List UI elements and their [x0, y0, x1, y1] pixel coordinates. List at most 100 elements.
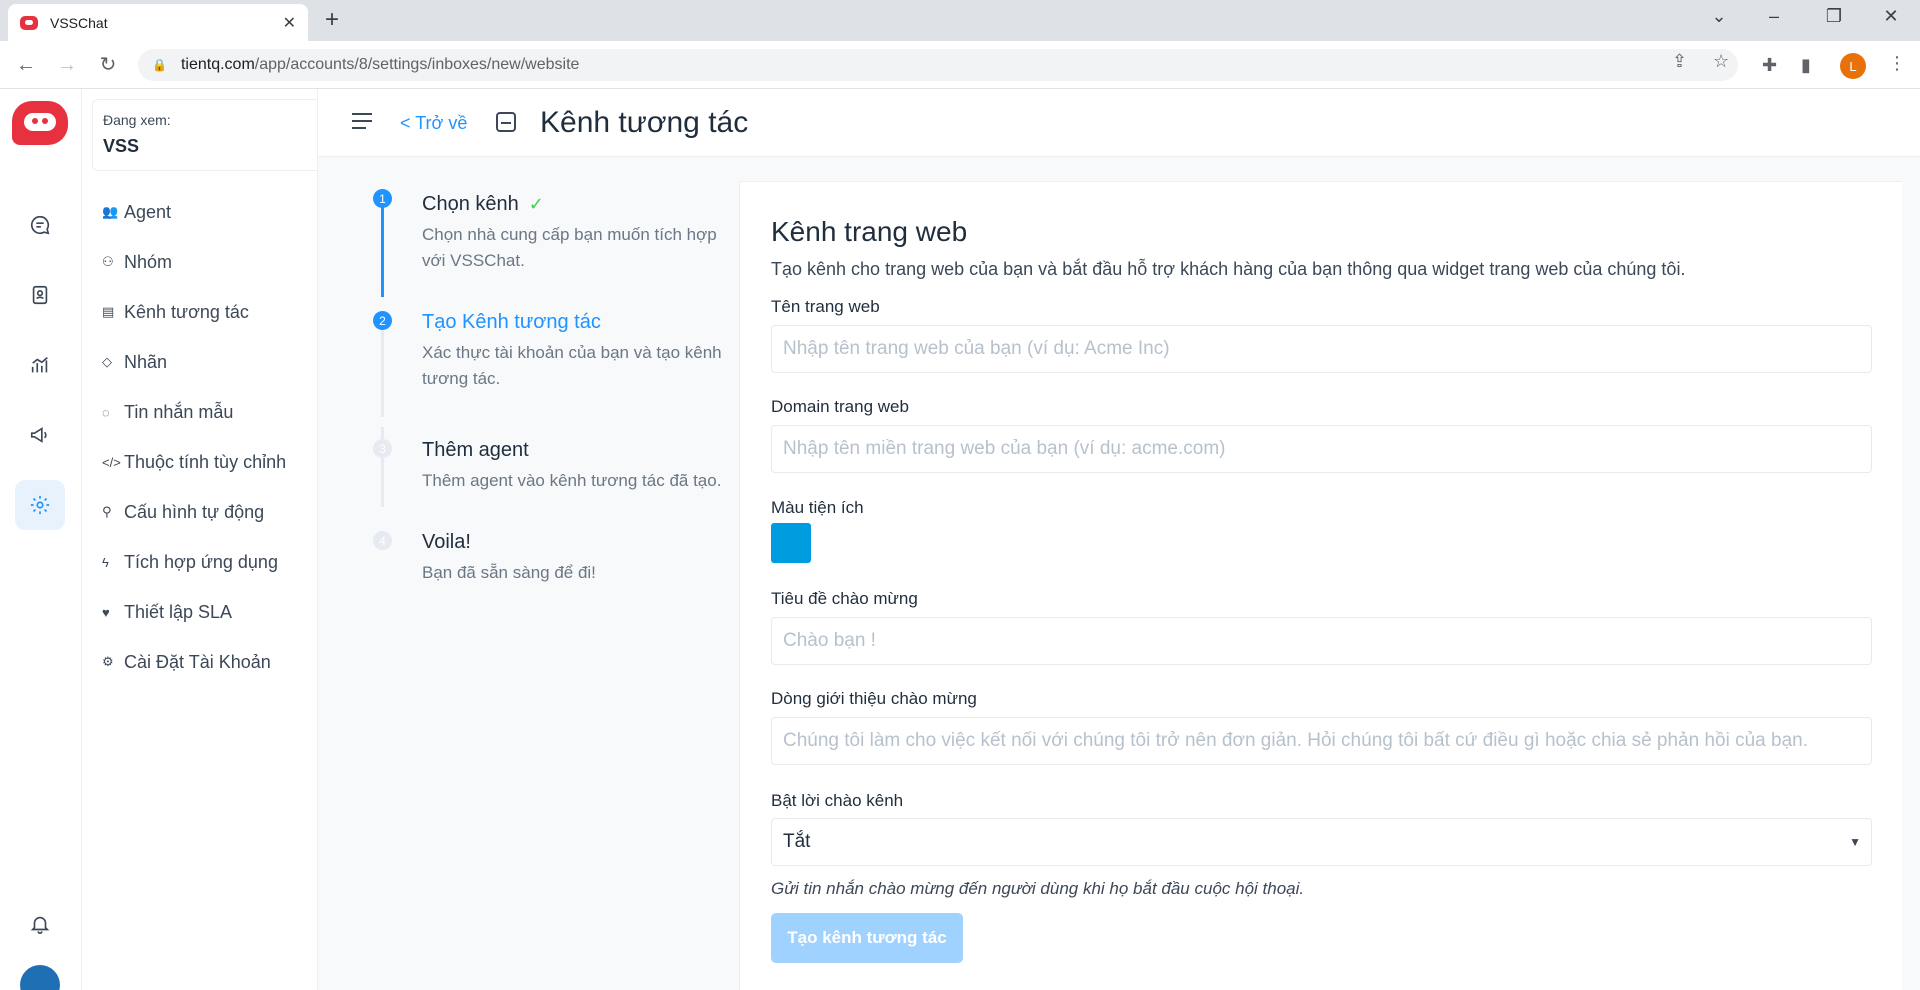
- create-inbox-button[interactable]: Tạo kênh tương tác: [771, 913, 963, 963]
- profile-avatar[interactable]: L: [1840, 53, 1866, 79]
- step-connector: [381, 197, 384, 297]
- sidebar-item-label: Agent: [124, 201, 172, 222]
- menu-toggle-icon[interactable]: [352, 113, 372, 129]
- page-header: < Trở về Kênh tương tác: [318, 89, 1920, 157]
- website-name-input[interactable]: [771, 325, 1872, 373]
- viewing-label: Đang xem:: [103, 112, 171, 128]
- tab-search-icon[interactable]: ⌄: [1704, 6, 1734, 27]
- close-window-icon[interactable]: ✕: [1876, 6, 1906, 27]
- sidebar-item-label: Tin nhắn mẫu: [124, 401, 234, 422]
- sidebar-item-custom-attributes[interactable]: </> Thuộc tính tùy chỉnh: [102, 448, 286, 476]
- sidebar-item-integrations[interactable]: ϟ Tích hợp ứng dụng: [102, 548, 278, 576]
- back-arrow-icon[interactable]: ←: [14, 53, 38, 77]
- back-button[interactable]: < Trở về: [400, 113, 467, 134]
- sidebar-item-automation[interactable]: ⚲ Cấu hình tự động: [102, 498, 264, 526]
- reload-icon[interactable]: ↻: [96, 53, 120, 77]
- widget-color-picker[interactable]: [771, 523, 811, 563]
- main-content: < Trở về Kênh tương tác 1 Chọn kênh ✓ Chọ…: [318, 89, 1920, 990]
- browser-tab[interactable]: VSSChat ✕: [8, 4, 308, 41]
- address-bar[interactable]: 🔒 tientq.com/app/accounts/8/settings/inb…: [138, 49, 1738, 81]
- inbox-header-icon: [496, 112, 516, 132]
- vsschat-logo[interactable]: [12, 101, 68, 145]
- sidebar-item-sla[interactable]: ♥ Thiết lập SLA: [102, 598, 232, 626]
- sidebar-item-label: Kênh tương tác: [124, 301, 249, 322]
- app-root: Đang xem: VSS 👥 Agent ⚇ Nhóm ▤ Kênh tươn…: [0, 89, 1920, 990]
- greeting-toggle-label: Bật lời chào kênh: [771, 791, 904, 810]
- browser-menu-icon[interactable]: ⋮: [1888, 53, 1906, 74]
- step-connector: [381, 317, 384, 417]
- settings-gear-icon[interactable]: [15, 480, 65, 530]
- sidebar-item-account-settings[interactable]: ⚙ Cài Đặt Tài Khoản: [102, 648, 271, 676]
- account-name: VSS: [103, 136, 140, 156]
- new-tab-button[interactable]: +: [325, 7, 339, 33]
- step-1-title: Chọn kênh ✓: [422, 193, 544, 215]
- tab-title: VSSChat: [50, 14, 108, 31]
- settings-icon: ⚙: [102, 654, 114, 669]
- website-channel-form: Kênh trang web Tạo kênh cho trang web củ…: [739, 181, 1902, 990]
- sidebar-item-labels[interactable]: ◇ Nhãn: [102, 348, 167, 376]
- chevron-left-icon: <: [400, 113, 411, 133]
- sidebar-item-label: Thuộc tính tùy chỉnh: [124, 451, 287, 472]
- sidebar-item-inboxes[interactable]: ▤ Kênh tương tác: [102, 298, 249, 326]
- domain-input[interactable]: [771, 425, 1872, 473]
- code-icon: </>: [102, 454, 121, 470]
- tab-close-icon[interactable]: ✕: [283, 13, 296, 33]
- side-panel-icon[interactable]: ▮: [1801, 55, 1811, 76]
- step-4-title: Voila!: [422, 531, 471, 553]
- extensions-icon[interactable]: ✚: [1762, 55, 1777, 76]
- user-avatar[interactable]: [20, 965, 60, 990]
- step-1-description: Chọn nhà cung cấp bạn muốn tích hợp với …: [422, 225, 717, 270]
- minimize-icon[interactable]: –: [1759, 6, 1789, 27]
- restore-icon[interactable]: ❐: [1819, 6, 1849, 27]
- reports-icon[interactable]: [15, 340, 65, 390]
- welcome-tagline-label: Dòng giới thiệu chào mừng: [771, 689, 977, 708]
- sidebar-item-label: Nhãn: [124, 351, 168, 372]
- sidebar-item-label: Tích hợp ứng dụng: [124, 551, 278, 572]
- sidebar-item-label: Cài Đặt Tài Khoản: [124, 651, 271, 672]
- step-3-marker: 3: [373, 439, 392, 458]
- step-4-description: Bạn đã sẵn sàng để đi!: [422, 563, 596, 582]
- browser-tabbar: VSSChat ✕ + ⌄ – ❐ ✕: [0, 0, 1920, 41]
- bookmark-star-icon[interactable]: ☆: [1713, 51, 1729, 72]
- share-icon[interactable]: ⇪: [1672, 51, 1687, 72]
- step-4-marker: 4: [373, 531, 392, 550]
- greeting-help-text: Gửi tin nhắn chào mừng đến người dùng kh…: [771, 879, 1305, 898]
- account-context: Đang xem: VSS: [92, 99, 318, 171]
- url-path: /app/accounts/8/settings/inboxes/new/web…: [254, 56, 580, 73]
- step-3-title: Thêm agent: [422, 439, 529, 461]
- primary-nav-rail: [0, 89, 82, 990]
- sidebar-item-label: Cấu hình tự động: [124, 501, 265, 522]
- step-2-marker: 2: [373, 311, 392, 330]
- browser-toolbar: ← → ↻ 🔒 tientq.com/app/accounts/8/settin…: [0, 41, 1920, 89]
- form-title: Kênh trang web: [771, 216, 968, 247]
- sidebar-item-label: Nhóm: [124, 251, 173, 272]
- wizard-steps: 1 Chọn kênh ✓ Chọn nhà cung cấp bạn muốn …: [331, 157, 739, 990]
- widget-color-label: Màu tiện ích: [771, 498, 864, 517]
- welcome-title-label: Tiêu đề chào mừng: [771, 589, 918, 608]
- contacts-icon[interactable]: [15, 270, 65, 320]
- teams-icon: ⚇: [102, 254, 114, 269]
- notifications-bell-icon[interactable]: [15, 899, 65, 949]
- forward-arrow-icon[interactable]: →: [55, 53, 79, 77]
- sidebar-item-agents[interactable]: 👥 Agent: [102, 198, 171, 226]
- welcome-tagline-input[interactable]: [771, 717, 1872, 765]
- conversations-icon[interactable]: [15, 200, 65, 250]
- greeting-toggle-value: Tắt: [783, 831, 811, 852]
- greeting-toggle-select[interactable]: Tắt ▼: [771, 818, 1872, 866]
- sla-icon: ♥: [102, 604, 110, 620]
- lightning-icon: ϟ: [102, 554, 109, 570]
- settings-sidebar: Đang xem: VSS 👥 Agent ⚇ Nhóm ▤ Kênh tươn…: [82, 89, 318, 990]
- campaigns-megaphone-icon[interactable]: [15, 410, 65, 460]
- sidebar-item-label: Thiết lập SLA: [124, 601, 233, 622]
- sidebar-item-teams[interactable]: ⚇ Nhóm: [102, 248, 172, 276]
- sidebar-item-canned-responses[interactable]: ◌ Tin nhắn mẫu: [102, 398, 233, 426]
- canned-response-icon: ◌: [102, 404, 110, 420]
- step-2-description: Xác thực tài khoản của bạn và tạo kênh t…: [422, 343, 722, 388]
- welcome-title-input[interactable]: [771, 617, 1872, 665]
- url-host: tientq.com: [180, 56, 255, 73]
- automation-icon: ⚲: [102, 504, 112, 519]
- step-3-description: Thêm agent vào kênh tương tác đã tạo.: [422, 471, 722, 490]
- lock-icon: 🔒: [152, 58, 167, 72]
- form-description: Tạo kênh cho trang web của bạn và bắt đầ…: [771, 259, 1686, 279]
- tag-icon: ◇: [102, 354, 112, 369]
